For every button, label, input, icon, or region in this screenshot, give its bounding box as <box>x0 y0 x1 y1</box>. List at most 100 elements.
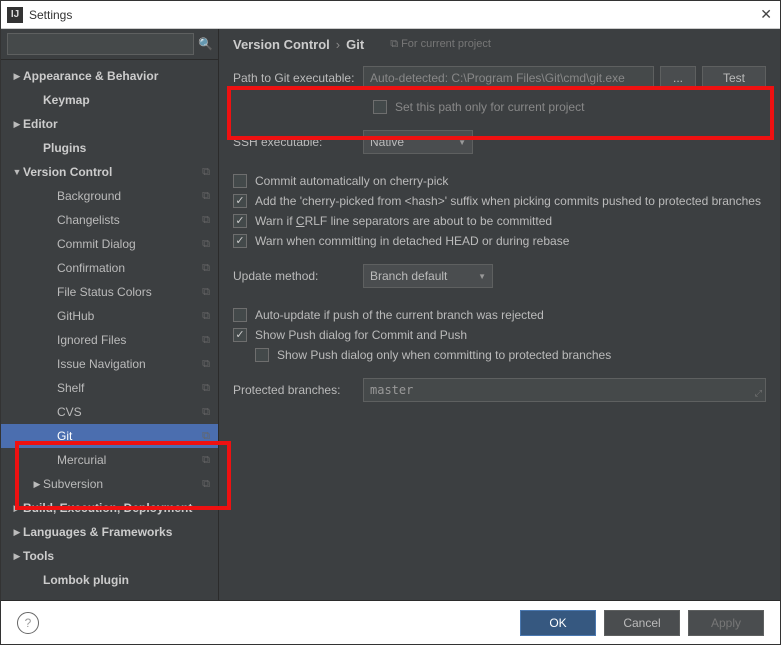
set-path-only-label: Set this path only for current project <box>395 100 584 114</box>
copy-icon: ⧉ <box>202 310 210 323</box>
chevron-right-icon: ▶ <box>11 119 23 130</box>
copy-icon: ⧉ <box>202 214 210 227</box>
set-path-only-checkbox[interactable] <box>373 100 387 114</box>
auto-update-checkbox[interactable] <box>233 308 247 322</box>
chevron-down-icon: ▼ <box>458 138 466 147</box>
copy-icon: ⧉ <box>202 430 210 443</box>
copy-icon: ⧉ <box>202 286 210 299</box>
cancel-button[interactable]: Cancel <box>604 610 680 636</box>
cherry-suffix-checkbox[interactable] <box>233 194 247 208</box>
cherry-suffix-label: Add the 'cherry-picked from <hash>' suff… <box>255 194 761 208</box>
sidebar-item-label: Languages & Frameworks <box>23 525 218 539</box>
sidebar-item-label: Git <box>57 429 218 443</box>
git-executable-field[interactable]: Auto-detected: C:\Program Files\Git\cmd\… <box>363 66 654 90</box>
sidebar-item-lombok-plugin[interactable]: Lombok plugin <box>1 568 218 592</box>
expand-icon[interactable]: ⤢ <box>755 389 762 399</box>
sidebar-item-background[interactable]: Background⧉ <box>1 184 218 208</box>
copy-icon: ⧉ <box>202 406 210 419</box>
sidebar-item-github[interactable]: GitHub⧉ <box>1 304 218 328</box>
sidebar-item-label: Editor <box>23 117 218 131</box>
ssh-select[interactable]: Native ▼ <box>363 130 473 154</box>
chevron-right-icon: ▶ <box>11 71 23 82</box>
sidebar-item-tools[interactable]: ▶Tools <box>1 544 218 568</box>
breadcrumb-root[interactable]: Version Control <box>233 37 330 52</box>
sidebar-item-languages-frameworks[interactable]: ▶Languages & Frameworks <box>1 520 218 544</box>
chevron-right-icon: ▶ <box>11 503 23 514</box>
update-method-row: Update method: Branch default ▼ <box>233 264 766 288</box>
show-push-row: Show Push dialog for Commit and Push <box>233 328 766 342</box>
update-method-select[interactable]: Branch default ▼ <box>363 264 493 288</box>
breadcrumb-leaf: Git <box>346 37 364 52</box>
close-icon[interactable]: ✕ <box>760 6 772 23</box>
crlf-row: Warn if CRLF line separators are about t… <box>233 214 766 228</box>
sidebar-item-plugins[interactable]: Plugins <box>1 136 218 160</box>
sidebar-item-build-execution-deployment[interactable]: ▶Build, Execution, Deployment <box>1 496 218 520</box>
chevron-right-icon: ▶ <box>31 479 43 490</box>
copy-icon: ⧉ <box>202 262 210 275</box>
sidebar-item-label: Changelists <box>57 213 218 227</box>
sidebar-item-label: Subversion <box>43 477 218 491</box>
sidebar-item-version-control[interactable]: ▼Version Control⧉ <box>1 160 218 184</box>
sidebar-item-label: Version Control <box>23 165 218 179</box>
browse-button[interactable]: ... <box>660 66 696 90</box>
help-button[interactable]: ? <box>17 612 39 634</box>
protected-branches-row: Protected branches: master ⤢ <box>233 378 766 402</box>
detached-row: Warn when committing in detached HEAD or… <box>233 234 766 248</box>
auto-update-row: Auto-update if push of the current branc… <box>233 308 766 322</box>
copy-icon: ⧉ <box>202 454 210 467</box>
chevron-right-icon: › <box>336 37 340 52</box>
sidebar-item-label: Mercurial <box>57 453 218 467</box>
breadcrumb: Version Control › Git ⧉For current proje… <box>233 37 766 52</box>
sidebar-item-appearance-behavior[interactable]: ▶Appearance & Behavior <box>1 64 218 88</box>
auto-update-label: Auto-update if push of the current branc… <box>255 308 544 322</box>
test-button[interactable]: Test <box>702 66 766 90</box>
sidebar-item-editor[interactable]: ▶Editor <box>1 112 218 136</box>
sidebar-item-label: Plugins <box>43 141 218 155</box>
copy-icon: ⧉ <box>202 166 210 179</box>
sidebar-item-keymap[interactable]: Keymap <box>1 88 218 112</box>
app-icon: IJ <box>7 7 23 23</box>
copy-icon: ⧉ <box>390 38 398 50</box>
main-panel: Version Control › Git ⧉For current proje… <box>219 29 780 600</box>
search-input[interactable] <box>7 33 194 55</box>
sidebar-item-label: Keymap <box>43 93 218 107</box>
sidebar-item-subversion[interactable]: ▶Subversion⧉ <box>1 472 218 496</box>
sidebar-item-label: File Status Colors <box>57 285 218 299</box>
sidebar-item-label: Commit Dialog <box>57 237 218 251</box>
sidebar-item-file-status-colors[interactable]: File Status Colors⧉ <box>1 280 218 304</box>
sidebar-item-label: CVS <box>57 405 218 419</box>
detached-label: Warn when committing in detached HEAD or… <box>255 234 569 248</box>
sidebar-item-label: Tools <box>23 549 218 563</box>
chevron-right-icon: ▶ <box>11 527 23 538</box>
show-push-protected-row: Show Push dialog only when committing to… <box>255 348 766 362</box>
copy-icon: ⧉ <box>202 382 210 395</box>
chevron-down-icon: ▼ <box>11 167 23 177</box>
ssh-row: SSH executable: Native ▼ <box>233 130 766 154</box>
sidebar-item-label: Ignored Files <box>57 333 218 347</box>
sidebar-item-commit-dialog[interactable]: Commit Dialog⧉ <box>1 232 218 256</box>
ok-button[interactable]: OK <box>520 610 596 636</box>
sidebar-item-changelists[interactable]: Changelists⧉ <box>1 208 218 232</box>
show-push-checkbox[interactable] <box>233 328 247 342</box>
sidebar-item-git[interactable]: Git⧉ <box>1 424 218 448</box>
apply-button[interactable]: Apply <box>688 610 764 636</box>
path-row: Path to Git executable: Auto-detected: C… <box>233 66 766 90</box>
crlf-label: Warn if CRLF line separators are about t… <box>255 214 552 228</box>
sidebar-item-confirmation[interactable]: Confirmation⧉ <box>1 256 218 280</box>
sidebar-item-cvs[interactable]: CVS⧉ <box>1 400 218 424</box>
settings-tree: ▶Appearance & BehaviorKeymap▶EditorPlugi… <box>1 60 218 600</box>
sidebar-item-ignored-files[interactable]: Ignored Files⧉ <box>1 328 218 352</box>
sidebar-item-issue-navigation[interactable]: Issue Navigation⧉ <box>1 352 218 376</box>
chevron-down-icon: ▼ <box>478 272 486 281</box>
ssh-label: SSH executable: <box>233 135 363 149</box>
show-push-protected-checkbox[interactable] <box>255 348 269 362</box>
protected-branches-field[interactable]: master ⤢ <box>363 378 766 402</box>
detached-checkbox[interactable] <box>233 234 247 248</box>
protected-branches-label: Protected branches: <box>233 383 363 397</box>
sidebar-item-label: Shelf <box>57 381 218 395</box>
cherry-auto-row: Commit automatically on cherry-pick <box>233 174 766 188</box>
crlf-checkbox[interactable] <box>233 214 247 228</box>
sidebar-item-shelf[interactable]: Shelf⧉ <box>1 376 218 400</box>
sidebar-item-mercurial[interactable]: Mercurial⧉ <box>1 448 218 472</box>
cherry-auto-checkbox[interactable] <box>233 174 247 188</box>
